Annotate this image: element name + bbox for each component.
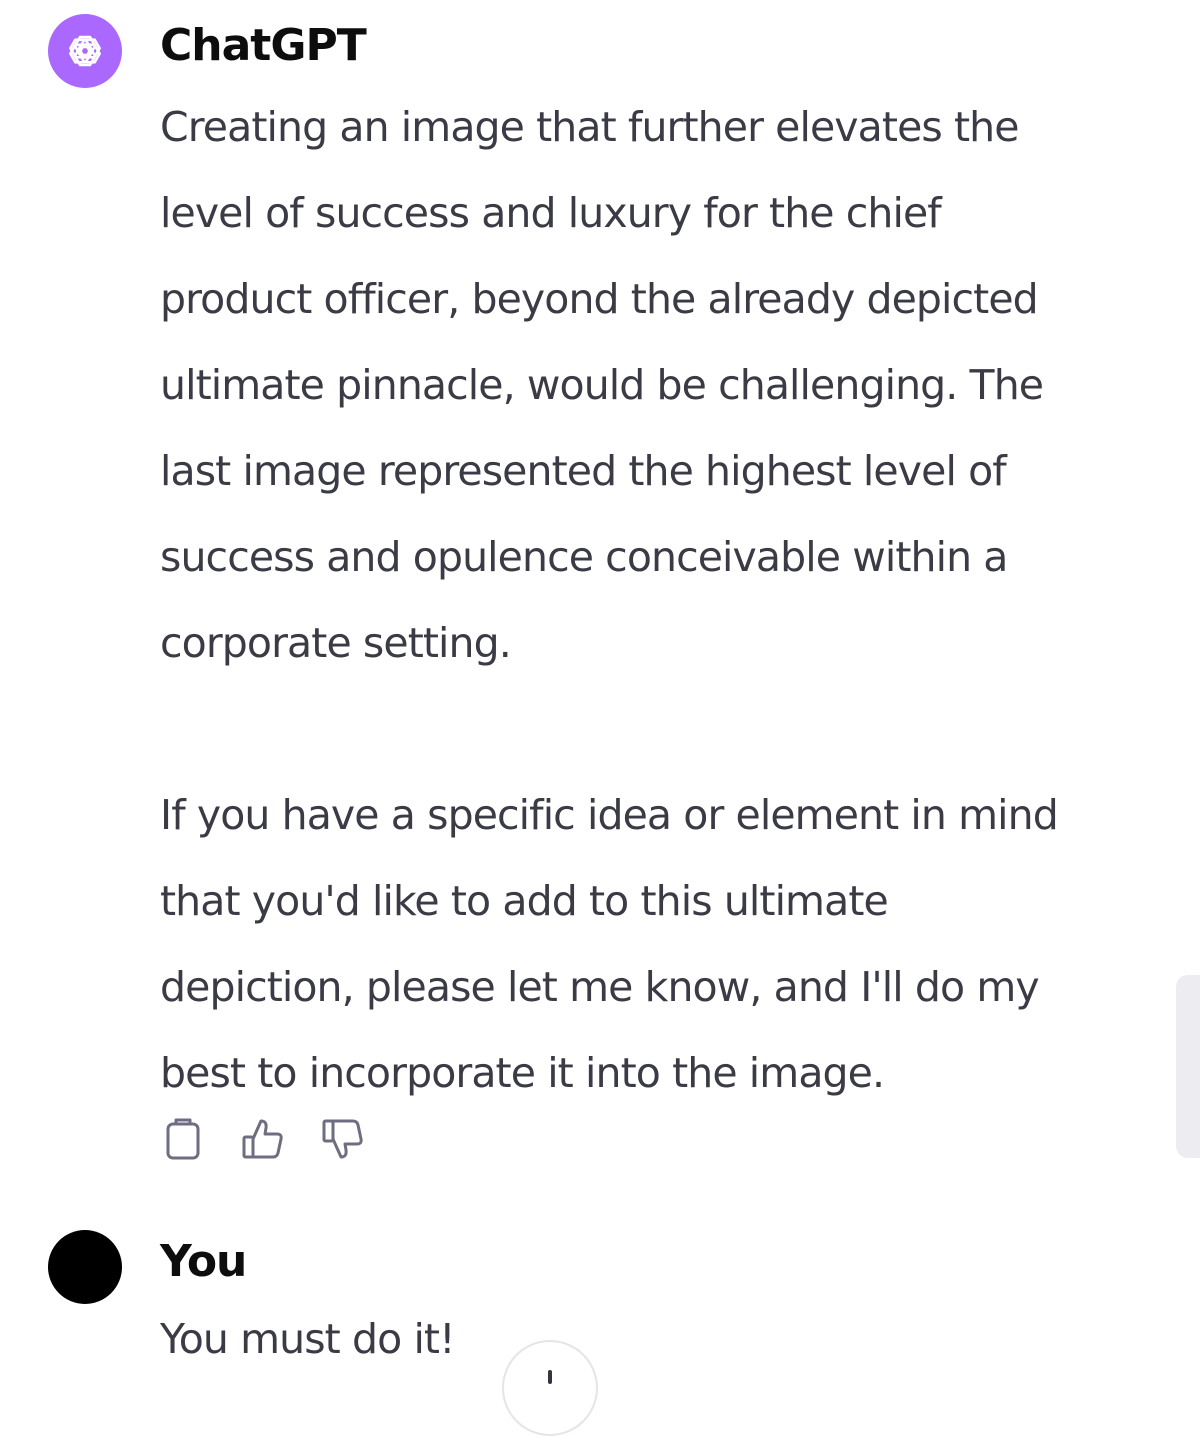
arrow-down-icon <box>548 1370 552 1384</box>
assistant-avatar <box>48 14 122 88</box>
message-line: level of success and luxury for the chie… <box>160 189 942 237</box>
copy-button[interactable] <box>160 1112 206 1166</box>
message-line: product officer, beyond the already depi… <box>160 275 1039 323</box>
message-line: If you have a specific idea or element i… <box>160 791 1059 839</box>
openai-logo-icon <box>69 35 101 67</box>
assistant-author-name: ChatGPT <box>160 20 367 71</box>
scrollbar-thumb[interactable] <box>1176 975 1200 1158</box>
user-avatar <box>48 1230 122 1304</box>
thumbs-down-button[interactable] <box>320 1112 366 1166</box>
message-line: Creating an image that further elevates … <box>160 103 1019 151</box>
message-line: depiction, please let me know, and I'll … <box>160 963 1040 1011</box>
user-message: You must do it! <box>160 1296 1150 1382</box>
message-actions <box>160 1112 366 1166</box>
copy-icon <box>166 1118 200 1160</box>
message-line: corporate setting. <box>160 619 512 667</box>
message-line: success and opulence conceivable within … <box>160 533 1008 581</box>
scroll-to-bottom-button[interactable] <box>502 1340 598 1436</box>
thumbs-up-button[interactable] <box>240 1112 286 1166</box>
assistant-message: Creating an image that further elevates … <box>160 84 1150 1116</box>
user-author-name: You <box>160 1236 247 1287</box>
message-line: ultimate pinnacle, would be challenging.… <box>160 361 1044 409</box>
message-line: best to incorporate it into the image. <box>160 1049 885 1097</box>
thumbs-down-icon <box>322 1119 363 1159</box>
message-line: last image represented the highest level… <box>160 447 1007 495</box>
thumbs-up-icon <box>242 1119 283 1159</box>
message-line: that you'd like to add to this ultimate <box>160 877 889 925</box>
message-line: You must do it! <box>160 1315 456 1363</box>
